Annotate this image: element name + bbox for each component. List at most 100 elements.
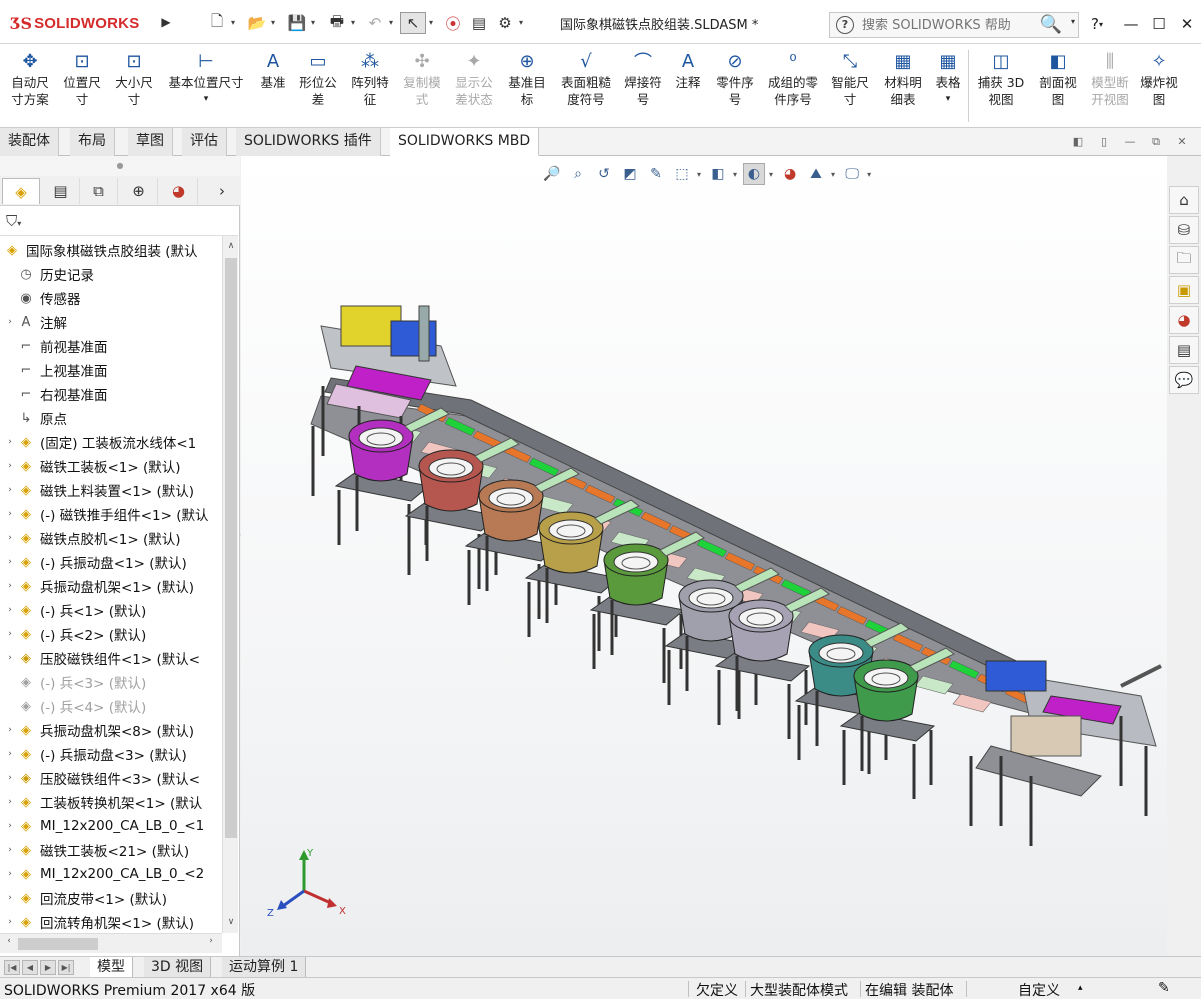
- tree-expand-icon[interactable]: ›: [4, 845, 16, 855]
- tab-5[interactable]: SOLIDWORKS MBD: [390, 128, 540, 156]
- new-dropdown-icon[interactable]: ▾: [228, 12, 238, 34]
- save-icon[interactable]: 💾: [284, 12, 310, 34]
- display-manager-tab-icon[interactable]: ◕: [160, 178, 198, 204]
- tree-expand-icon[interactable]: ›: [4, 749, 16, 759]
- scene-dropdown-icon[interactable]: ▾: [831, 170, 835, 179]
- undo-icon[interactable]: ↶: [362, 12, 388, 34]
- scroll-left-icon[interactable]: ‹: [2, 936, 16, 946]
- tab-3[interactable]: 评估: [182, 128, 227, 156]
- ribbon-button-16[interactable]: ▦ 材料明 细表: [880, 48, 926, 124]
- tree-expand-icon[interactable]: ›: [4, 797, 16, 807]
- ribbon-button-14[interactable]: ⁰ 成组的零 件序号: [764, 48, 822, 124]
- tree-item[interactable]: ◷ 历史记录: [0, 262, 222, 286]
- panel-tabs-more-icon[interactable]: ›: [208, 178, 236, 204]
- apply-scene-icon[interactable]: ⛰: [805, 163, 827, 185]
- view-palette-icon[interactable]: ▣: [1169, 276, 1199, 304]
- tree-expand-icon[interactable]: ›: [4, 893, 16, 903]
- maximize-button[interactable]: ☐: [1146, 12, 1172, 36]
- scroll-down-icon[interactable]: ∨: [223, 914, 239, 930]
- tree-item[interactable]: › ◈ MI_12x200_CA_LB_0_<1: [0, 814, 222, 838]
- tree-item[interactable]: › ◈ 磁铁上料装置<1> (默认): [0, 478, 222, 502]
- panel-grip[interactable]: ●: [0, 156, 240, 176]
- bottom-tab-2[interactable]: 运动算例 1: [222, 957, 307, 978]
- ribbon-button-12[interactable]: A 注释: [670, 48, 706, 124]
- help-button[interactable]: ? ▾: [1084, 12, 1110, 36]
- tree-item[interactable]: › ◈ (-) 兵<1> (默认): [0, 598, 222, 622]
- open-dropdown-icon[interactable]: ▾: [268, 12, 278, 34]
- select-dropdown-icon[interactable]: ▾: [426, 12, 436, 34]
- tree-item[interactable]: › ◈ MI_12x200_CA_LB_0_<2: [0, 862, 222, 886]
- tree-horizontal-scrollbar[interactable]: ‹ ›: [0, 933, 222, 953]
- file-explorer-icon[interactable]: 🗀: [1169, 246, 1199, 274]
- tree-expand-icon[interactable]: ›: [4, 821, 16, 831]
- forum-chat-icon[interactable]: 💬: [1169, 366, 1199, 394]
- tree-item[interactable]: ⌐ 上视基准面: [0, 358, 222, 382]
- tab-1[interactable]: 布局: [70, 128, 115, 156]
- zoom-to-area-icon[interactable]: ⌕: [567, 163, 589, 185]
- print-icon[interactable]: 🖶: [324, 12, 350, 34]
- ribbon-button-13[interactable]: ⊘ 零件序 号: [710, 48, 760, 124]
- ribbon-button-9[interactable]: ⊕ 基准目 标: [502, 48, 552, 124]
- ribbon-button-7[interactable]: ✣ 复制模 式: [398, 48, 446, 124]
- tree-item[interactable]: › ◈ 兵振动盘机架<8> (默认): [0, 718, 222, 742]
- view-orientation-icon[interactable]: ⬚: [671, 163, 693, 185]
- tree-expand-icon[interactable]: ›: [4, 485, 16, 495]
- display-style-dropdown-icon[interactable]: ▾: [733, 170, 737, 179]
- ribbon-dropdown-icon-17[interactable]: ▾: [946, 91, 951, 108]
- tree-item[interactable]: › ◈ (-) 磁铁推手组件<1> (默认: [0, 502, 222, 526]
- tree-expand-icon[interactable]: ›: [4, 605, 16, 615]
- section-view-icon[interactable]: ◩: [619, 163, 641, 185]
- solidworks-logo[interactable]: ƷS SOLIDWORKS: [10, 12, 139, 34]
- ribbon-button-15[interactable]: ⤡ 智能尺 寸: [826, 48, 874, 124]
- options-dropdown-icon[interactable]: ▾: [516, 12, 526, 34]
- zoom-to-fit-icon[interactable]: 🔎: [541, 163, 563, 185]
- tree-expand-icon[interactable]: ›: [4, 317, 16, 327]
- tree-item[interactable]: › ◈ 压胶磁铁组件<3> (默认<: [0, 766, 222, 790]
- scroll-thumb[interactable]: [225, 258, 237, 838]
- status-options-icon[interactable]: ✎: [1158, 980, 1170, 996]
- tree-item[interactable]: › ◈ (-) 兵振动盘<3> (默认): [0, 742, 222, 766]
- help-search-box[interactable]: ? 🔍 ▾: [829, 12, 1079, 38]
- last-tab-icon[interactable]: ▶|: [58, 960, 74, 975]
- select-arrow-icon[interactable]: ↖: [400, 12, 426, 34]
- print-dropdown-icon[interactable]: ▾: [348, 12, 358, 34]
- options-gear-icon[interactable]: ⚙: [492, 12, 518, 34]
- design-library-icon[interactable]: ⛁: [1169, 216, 1199, 244]
- appearances-icon[interactable]: ◕: [1169, 306, 1199, 334]
- ribbon-button-11[interactable]: ⌒ 焊接符 号: [620, 48, 666, 124]
- tree-item[interactable]: › ◈ (-) 兵<2> (默认): [0, 622, 222, 646]
- undo-dropdown-icon[interactable]: ▾: [386, 12, 396, 34]
- feature-manager-tab-icon[interactable]: ◈: [2, 178, 40, 204]
- search-icon[interactable]: 🔍: [1040, 14, 1062, 35]
- edit-appearance-icon[interactable]: ◕: [779, 163, 801, 185]
- tree-item[interactable]: › ◈ 回流转角机架<1> (默认): [0, 910, 222, 933]
- ribbon-button-6[interactable]: ⁂ 阵列特 征: [346, 48, 394, 124]
- ribbon-dropdown-icon-3[interactable]: ▾: [204, 91, 209, 108]
- view-settings-monitor-icon[interactable]: 🖵: [841, 163, 863, 185]
- status-editing[interactable]: 在编辑 装配体: [865, 980, 953, 999]
- tab-restore-icon[interactable]: ◧: [1070, 134, 1086, 150]
- status-units-custom[interactable]: 自定义: [1018, 980, 1060, 999]
- property-manager-tab-icon[interactable]: ▤: [42, 178, 80, 204]
- ribbon-button-0[interactable]: ✥ 自动尺 寸方案: [6, 48, 54, 124]
- bottom-tab-1[interactable]: 3D 视图: [144, 957, 212, 978]
- tree-expand-icon[interactable]: ›: [4, 509, 16, 519]
- ribbon-button-4[interactable]: A 基准: [256, 48, 290, 124]
- rebuild-traffic-light-icon[interactable]: ⦿: [440, 12, 466, 34]
- tree-expand-icon[interactable]: ›: [4, 869, 16, 879]
- tab-minimize-icon[interactable]: —: [1122, 134, 1138, 150]
- tree-item[interactable]: › ◈ (-) 兵振动盘<1> (默认): [0, 550, 222, 574]
- tab-4[interactable]: SOLIDWORKS 插件: [236, 128, 381, 156]
- tree-expand-icon[interactable]: ›: [4, 533, 16, 543]
- help-search-input[interactable]: [862, 17, 1032, 33]
- ribbon-button-10[interactable]: √ 表面粗糙 度符号: [556, 48, 616, 124]
- close-button[interactable]: ✕: [1174, 12, 1200, 36]
- bottom-tab-0[interactable]: 模型: [90, 957, 133, 978]
- h-scroll-thumb[interactable]: [18, 938, 98, 950]
- tree-root-assembly[interactable]: ◈ 国际象棋磁铁点胶组装 (默认: [0, 238, 222, 262]
- tree-item[interactable]: ◈ (-) 兵<3> (默认): [0, 670, 222, 694]
- previous-view-icon[interactable]: ↺: [593, 163, 615, 185]
- tree-expand-icon[interactable]: ›: [4, 725, 16, 735]
- tree-item[interactable]: › ◈ 兵振动盘机架<1> (默认): [0, 574, 222, 598]
- filter-funnel-icon[interactable]: ⛉▾: [6, 212, 21, 230]
